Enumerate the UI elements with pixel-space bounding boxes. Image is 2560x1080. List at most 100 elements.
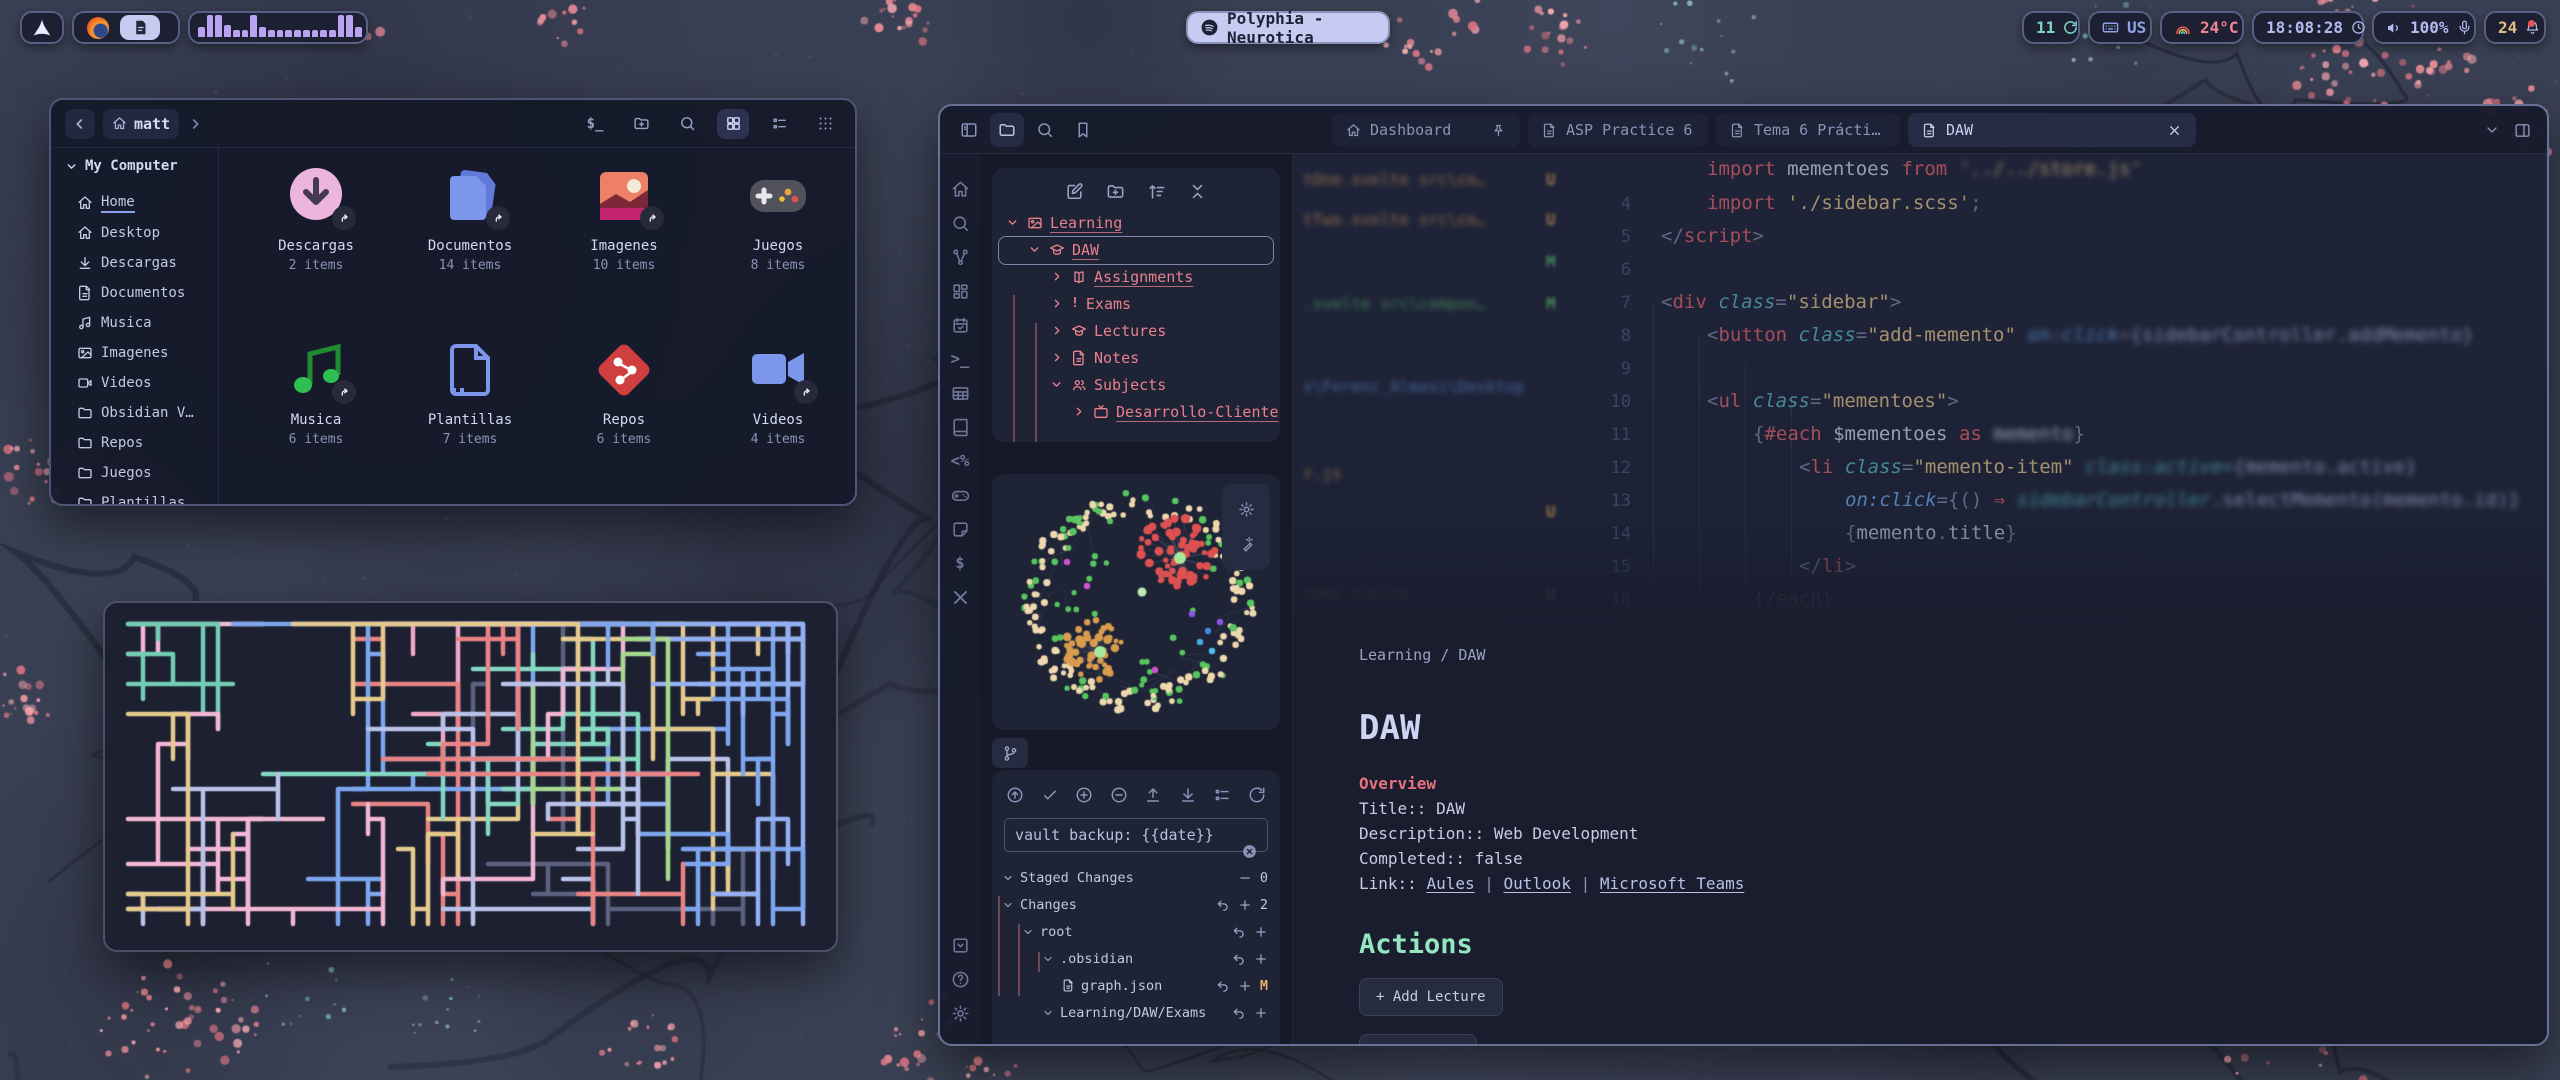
folder-tile-documentos[interactable]: Documentos14 items [395, 164, 545, 273]
ribbon-sticker-button[interactable] [940, 512, 980, 546]
terminal-view-button[interactable]: $_ [579, 109, 611, 139]
keyboard-layout-module[interactable]: US [2088, 11, 2152, 44]
folder-tile-imagenes[interactable]: Imagenes10 items [549, 164, 699, 273]
music-module[interactable]: Polyphia - Neurotica [1186, 11, 1390, 44]
tree-item-exams[interactable]: !Exams [992, 290, 1280, 317]
git-undo-action-icon[interactable] [1232, 1006, 1246, 1020]
active-workspace-pill[interactable] [120, 15, 160, 40]
tab-tema-6-pr-cticas-[interactable]: Tema 6 Prácticas -… [1716, 113, 1900, 147]
tree-item-assignments[interactable]: Assignments [992, 263, 1280, 290]
ribbon-gamepad-button[interactable] [940, 478, 980, 512]
ribbon-terminal-sq-button[interactable]: >_ [940, 342, 980, 376]
ribbon-shuffle-button[interactable] [940, 580, 980, 614]
sidebar-item-desktop[interactable]: Desktop [65, 218, 218, 248]
sidebar-header[interactable]: My Computer [65, 158, 218, 174]
dots-view-button[interactable] [809, 109, 841, 139]
ribbon-help-button[interactable] [940, 962, 980, 996]
explorer-folder-plus-button[interactable] [1106, 182, 1125, 201]
sidebar-item-descargas[interactable]: Descargas [65, 248, 218, 278]
git-row-staged-changes[interactable]: Staged Changes0 [1002, 864, 1280, 891]
note-breadcrumb[interactable]: Learning / DAW [1359, 646, 2507, 664]
git-minus-circle-button[interactable] [1110, 786, 1128, 804]
ribbon-calendar-button[interactable] [940, 308, 980, 342]
tree-item-learning[interactable]: Learning [992, 209, 1280, 236]
add-lecture-button[interactable]: + Add Lecture [1359, 978, 1503, 1016]
weather-module[interactable]: 24°C [2160, 11, 2244, 44]
gear-icon[interactable] [1238, 501, 1255, 518]
git-row-learning-daw-exams[interactable]: Learning/DAW/Exams [1002, 999, 1280, 1026]
git-row-root[interactable]: root [1002, 918, 1280, 945]
git-upload-button[interactable] [1144, 786, 1162, 804]
sidebar-button[interactable] [952, 113, 986, 147]
folder-plus-view-button[interactable] [625, 109, 657, 139]
back-button[interactable] [65, 109, 95, 139]
folder-tile-descargas[interactable]: Descargas2 items [241, 164, 391, 273]
git-row--obsidian[interactable]: .obsidian [1002, 945, 1280, 972]
sidebar-item-videos[interactable]: Videos [65, 368, 218, 398]
folder-tile-repos[interactable]: Repos6 items [549, 338, 699, 447]
git-plus-action-icon[interactable] [1254, 1006, 1268, 1020]
folder-tile-juegos[interactable]: Juegos8 items [703, 164, 853, 273]
grid-view-button[interactable] [717, 109, 749, 139]
git-row-graph-json[interactable]: graph.jsonM [1002, 972, 1280, 999]
git-row-changes[interactable]: Changes2 [1002, 891, 1280, 918]
git-up-circle-button[interactable] [1006, 786, 1024, 804]
firefox-workspace-icon[interactable] [86, 16, 110, 40]
list-view-button[interactable] [763, 109, 795, 139]
ribbon-code-button[interactable]: <% [940, 444, 980, 478]
close-tab-icon[interactable] [2167, 123, 2182, 138]
ribbon-home-button[interactable] [940, 172, 980, 206]
tab-asp-practice-6[interactable]: ASP Practice 6 [1528, 113, 1708, 147]
git-minus-action-icon[interactable] [1238, 871, 1252, 885]
git-undo-action-icon[interactable] [1216, 898, 1230, 912]
updates-module[interactable]: 11 [2022, 11, 2080, 44]
sidebar-item-obsidianv[interactable]: Obsidian V… [65, 398, 218, 428]
workspaces-module[interactable] [72, 11, 180, 44]
sidebar-item-plantillas[interactable]: Plantillas [65, 488, 218, 506]
ribbon-book-button[interactable] [940, 410, 980, 444]
git-check-button[interactable] [1041, 786, 1059, 804]
tab-daw[interactable]: DAW [1908, 113, 2196, 147]
folder-tile-musica[interactable]: Musica6 items [241, 338, 391, 447]
ribbon-network-button[interactable] [940, 240, 980, 274]
git-refresh-button[interactable] [1248, 786, 1266, 804]
clock-module[interactable]: 18:08:28 [2252, 11, 2364, 44]
notifications-module[interactable]: 24 [2484, 11, 2546, 44]
git-download-button[interactable] [1179, 786, 1197, 804]
folder-button[interactable] [990, 113, 1024, 147]
git-plus-action-icon[interactable] [1254, 952, 1268, 966]
tab-dashboard[interactable]: Dashboard [1332, 113, 1520, 147]
external-link-outlook[interactable]: Outlook [1504, 874, 1571, 893]
git-plus-action-icon[interactable] [1238, 979, 1252, 993]
explorer-collapse-button[interactable] [1188, 182, 1207, 201]
split-pane-icon[interactable] [2514, 122, 2531, 139]
git-undo-action-icon[interactable] [1216, 979, 1230, 993]
sidebar-item-home[interactable]: Home [65, 188, 218, 218]
git-undo-action-icon[interactable] [1232, 952, 1246, 966]
ribbon-search-button[interactable] [940, 206, 980, 240]
add-note-button[interactable]: + Add Note [1359, 1034, 1477, 1046]
sidebar-item-juegos[interactable]: Juegos [65, 458, 218, 488]
filter-wand-icon[interactable] [1238, 536, 1255, 553]
launcher-button[interactable] [20, 11, 64, 44]
ribbon-dollar-button[interactable]: $ [940, 546, 980, 580]
git-plus-circle-button[interactable] [1075, 786, 1093, 804]
forward-button[interactable] [187, 116, 203, 132]
git-plus-action-icon[interactable] [1238, 898, 1252, 912]
sidebar-item-documentos[interactable]: Documentos [65, 278, 218, 308]
bookmark-button[interactable] [1066, 113, 1100, 147]
commit-message-input[interactable] [1004, 818, 1268, 852]
ribbon-dashboard-button[interactable] [940, 274, 980, 308]
chevron-down-icon[interactable] [2484, 122, 2500, 138]
sidebar-item-imagenes[interactable]: Imagenes [65, 338, 218, 368]
breadcrumb[interactable]: matt [103, 109, 179, 139]
explorer-sort-button[interactable] [1147, 182, 1166, 201]
git-list-button[interactable] [1213, 786, 1231, 804]
folder-tile-videos[interactable]: Videos4 items [703, 338, 853, 447]
search-button[interactable] [1028, 113, 1062, 147]
external-link-aules[interactable]: Aules [1426, 874, 1474, 893]
sidebar-item-repos[interactable]: Repos [65, 428, 218, 458]
explorer-edit-button[interactable] [1065, 182, 1084, 201]
ribbon-vault-button[interactable] [940, 928, 980, 962]
external-link-microsoft-teams[interactable]: Microsoft Teams [1600, 874, 1745, 893]
